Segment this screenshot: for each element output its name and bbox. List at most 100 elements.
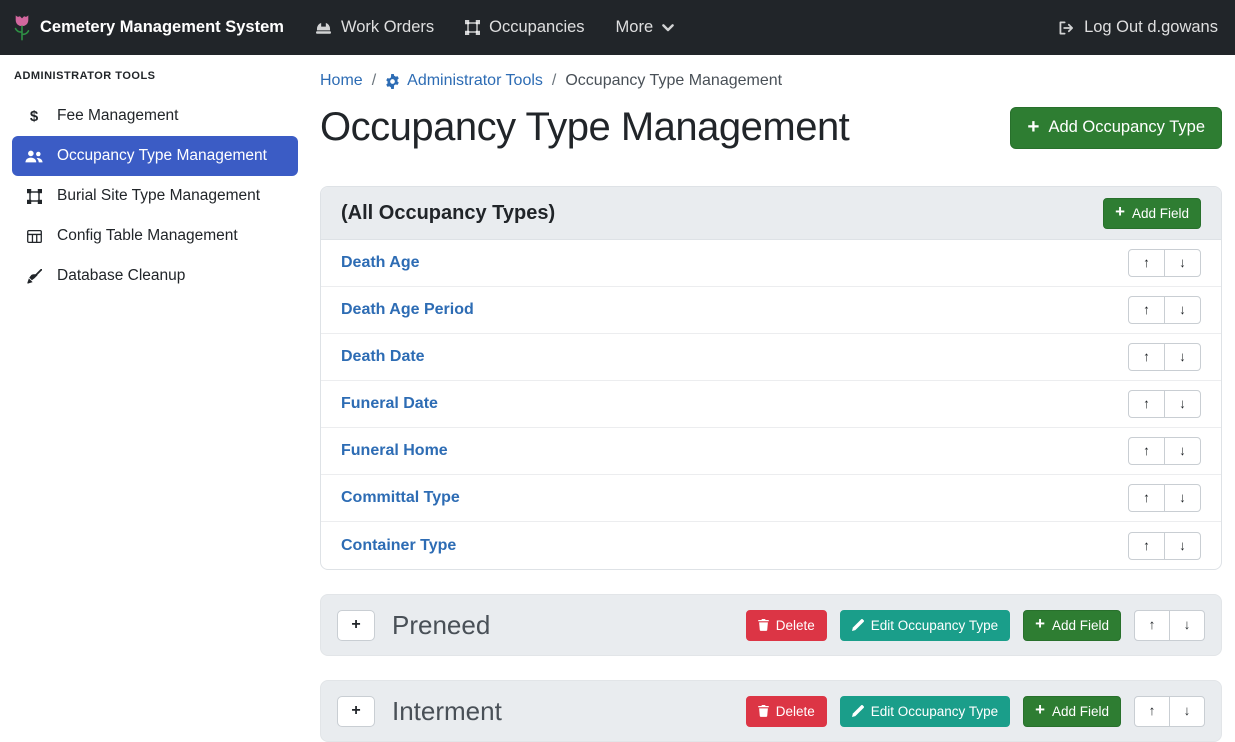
edit-occupancy-type-label: Edit Occupancy Type bbox=[871, 704, 998, 719]
move-down-button[interactable]: ↓ bbox=[1164, 484, 1201, 512]
move-up-button[interactable]: ↑ bbox=[1128, 437, 1165, 465]
sidebar-item-config-table-management[interactable]: Config Table Management bbox=[12, 216, 298, 256]
add-field-button[interactable]: + Add Field bbox=[1023, 610, 1121, 641]
breadcrumb-separator: / bbox=[552, 72, 556, 90]
sidebar-item-label: Burial Site Type Management bbox=[57, 187, 260, 205]
add-occupancy-type-button[interactable]: + Add Occupancy Type bbox=[1010, 107, 1222, 149]
breadcrumb-separator: / bbox=[372, 72, 376, 90]
field-link[interactable]: Funeral Home bbox=[341, 442, 448, 460]
move-down-button[interactable]: ↓ bbox=[1164, 296, 1201, 324]
broom-icon bbox=[24, 269, 44, 284]
field-link[interactable]: Container Type bbox=[341, 537, 456, 555]
pencil-icon bbox=[852, 619, 864, 631]
field-link[interactable]: Death Date bbox=[341, 348, 425, 366]
move-up-button[interactable]: ↑ bbox=[1128, 532, 1165, 560]
field-row: Container Type ↑ ↓ bbox=[321, 522, 1221, 569]
field-list: Death Age ↑ ↓ Death Age Period ↑ ↓ Death… bbox=[321, 240, 1221, 569]
arrow-down-icon: ↓ bbox=[1179, 491, 1186, 505]
plus-icon: + bbox=[1035, 617, 1045, 633]
edit-occupancy-type-label: Edit Occupancy Type bbox=[871, 618, 998, 633]
nav-more-label: More bbox=[616, 18, 654, 37]
move-up-button[interactable]: ↑ bbox=[1128, 296, 1165, 324]
move-down-button[interactable]: ↓ bbox=[1164, 249, 1201, 277]
add-field-label: Add Field bbox=[1052, 618, 1109, 633]
pencil-icon bbox=[852, 705, 864, 717]
move-down-button[interactable]: ↓ bbox=[1164, 532, 1201, 560]
card-title: (All Occupancy Types) bbox=[341, 202, 555, 225]
vector-square-icon bbox=[24, 189, 44, 204]
breadcrumb-home-link[interactable]: Home bbox=[320, 72, 363, 90]
trash-icon bbox=[758, 619, 769, 631]
sidebar-nav: $ Fee Management Occupancy Type Manageme… bbox=[12, 96, 298, 296]
plus-icon: + bbox=[1035, 703, 1045, 719]
logout-label: Log Out d.gowans bbox=[1084, 18, 1218, 37]
add-field-button[interactable]: + Add Field bbox=[1023, 696, 1121, 727]
occupancy-type-sections: + Preneed Delete Edit Occupancy Type + A… bbox=[320, 594, 1222, 742]
sidebar-item-burial-site-type-management[interactable]: Burial Site Type Management bbox=[12, 176, 298, 216]
panel-actions: Delete Edit Occupancy Type + Add Field ↑… bbox=[746, 696, 1205, 727]
brand[interactable]: Cemetery Management System bbox=[13, 14, 284, 41]
edit-occupancy-type-button[interactable]: Edit Occupancy Type bbox=[840, 696, 1010, 727]
sidebar-item-label: Fee Management bbox=[57, 107, 179, 125]
add-field-label: Add Field bbox=[1052, 704, 1109, 719]
delete-button[interactable]: Delete bbox=[746, 610, 827, 641]
sidebar-item-fee-management[interactable]: $ Fee Management bbox=[12, 96, 298, 136]
field-row: Death Date ↑ ↓ bbox=[321, 334, 1221, 381]
breadcrumb-admin-link[interactable]: Administrator Tools bbox=[385, 72, 543, 90]
nav-occupancies-label: Occupancies bbox=[489, 18, 584, 37]
arrow-up-icon: ↑ bbox=[1143, 397, 1150, 411]
plus-icon: + bbox=[1027, 118, 1039, 138]
move-up-button[interactable]: ↑ bbox=[1128, 249, 1165, 277]
reorder-button-group: ↑ ↓ bbox=[1128, 532, 1201, 560]
trash-icon bbox=[758, 705, 769, 717]
arrow-down-icon: ↓ bbox=[1179, 444, 1186, 458]
expand-button[interactable]: + bbox=[337, 610, 375, 641]
move-up-button[interactable]: ↑ bbox=[1128, 484, 1165, 512]
vector-square-icon bbox=[465, 20, 480, 35]
move-up-button[interactable]: ↑ bbox=[1134, 696, 1170, 727]
arrow-up-icon: ↑ bbox=[1149, 618, 1156, 632]
delete-button[interactable]: Delete bbox=[746, 696, 827, 727]
nav-more[interactable]: More bbox=[616, 18, 675, 37]
page-title: Occupancy Type Management bbox=[320, 105, 849, 150]
move-up-button[interactable]: ↑ bbox=[1134, 610, 1170, 641]
sidebar-item-database-cleanup[interactable]: Database Cleanup bbox=[12, 256, 298, 296]
sidebar-item-label: Config Table Management bbox=[57, 227, 238, 245]
logout-icon bbox=[1058, 21, 1075, 35]
arrow-up-icon: ↑ bbox=[1149, 704, 1156, 718]
field-link[interactable]: Death Age Period bbox=[341, 301, 474, 319]
expand-button[interactable]: + bbox=[337, 696, 375, 727]
move-down-button[interactable]: ↓ bbox=[1169, 696, 1205, 727]
breadcrumb: Home / Administrator Tools / Occupancy T… bbox=[320, 72, 1222, 90]
breadcrumb-admin-label: Administrator Tools bbox=[407, 72, 543, 90]
field-link[interactable]: Funeral Date bbox=[341, 395, 438, 413]
arrow-up-icon: ↑ bbox=[1143, 444, 1150, 458]
move-down-button[interactable]: ↓ bbox=[1164, 390, 1201, 418]
card-header: (All Occupancy Types) + Add Field bbox=[321, 187, 1221, 240]
arrow-up-icon: ↑ bbox=[1143, 256, 1150, 270]
move-up-button[interactable]: ↑ bbox=[1128, 343, 1165, 371]
field-link[interactable]: Committal Type bbox=[341, 489, 460, 507]
dollar-icon: $ bbox=[24, 108, 44, 125]
nav-work-orders[interactable]: Work Orders bbox=[315, 18, 434, 37]
sidebar-item-label: Database Cleanup bbox=[57, 267, 185, 285]
nav-occupancies[interactable]: Occupancies bbox=[465, 18, 584, 37]
add-field-button[interactable]: + Add Field bbox=[1103, 198, 1201, 229]
edit-occupancy-type-button[interactable]: Edit Occupancy Type bbox=[840, 610, 1010, 641]
move-up-button[interactable]: ↑ bbox=[1128, 390, 1165, 418]
page-head: Occupancy Type Management + Add Occupanc… bbox=[320, 105, 1222, 150]
chevron-down-icon bbox=[662, 24, 674, 32]
move-down-button[interactable]: ↓ bbox=[1169, 610, 1205, 641]
move-down-button[interactable]: ↓ bbox=[1164, 437, 1201, 465]
flower-icon bbox=[13, 14, 31, 41]
field-row: Committal Type ↑ ↓ bbox=[321, 475, 1221, 522]
sidebar-item-occupancy-type-management[interactable]: Occupancy Type Management bbox=[12, 136, 298, 176]
move-down-button[interactable]: ↓ bbox=[1164, 343, 1201, 371]
top-navbar: Cemetery Management System Work Orders O… bbox=[0, 0, 1235, 55]
logout-link[interactable]: Log Out d.gowans bbox=[1058, 18, 1218, 37]
panel-actions: Delete Edit Occupancy Type + Add Field ↑… bbox=[746, 610, 1205, 641]
arrow-down-icon: ↓ bbox=[1179, 397, 1186, 411]
delete-label: Delete bbox=[776, 704, 815, 719]
field-link[interactable]: Death Age bbox=[341, 254, 420, 272]
reorder-button-group: ↑ ↓ bbox=[1128, 484, 1201, 512]
